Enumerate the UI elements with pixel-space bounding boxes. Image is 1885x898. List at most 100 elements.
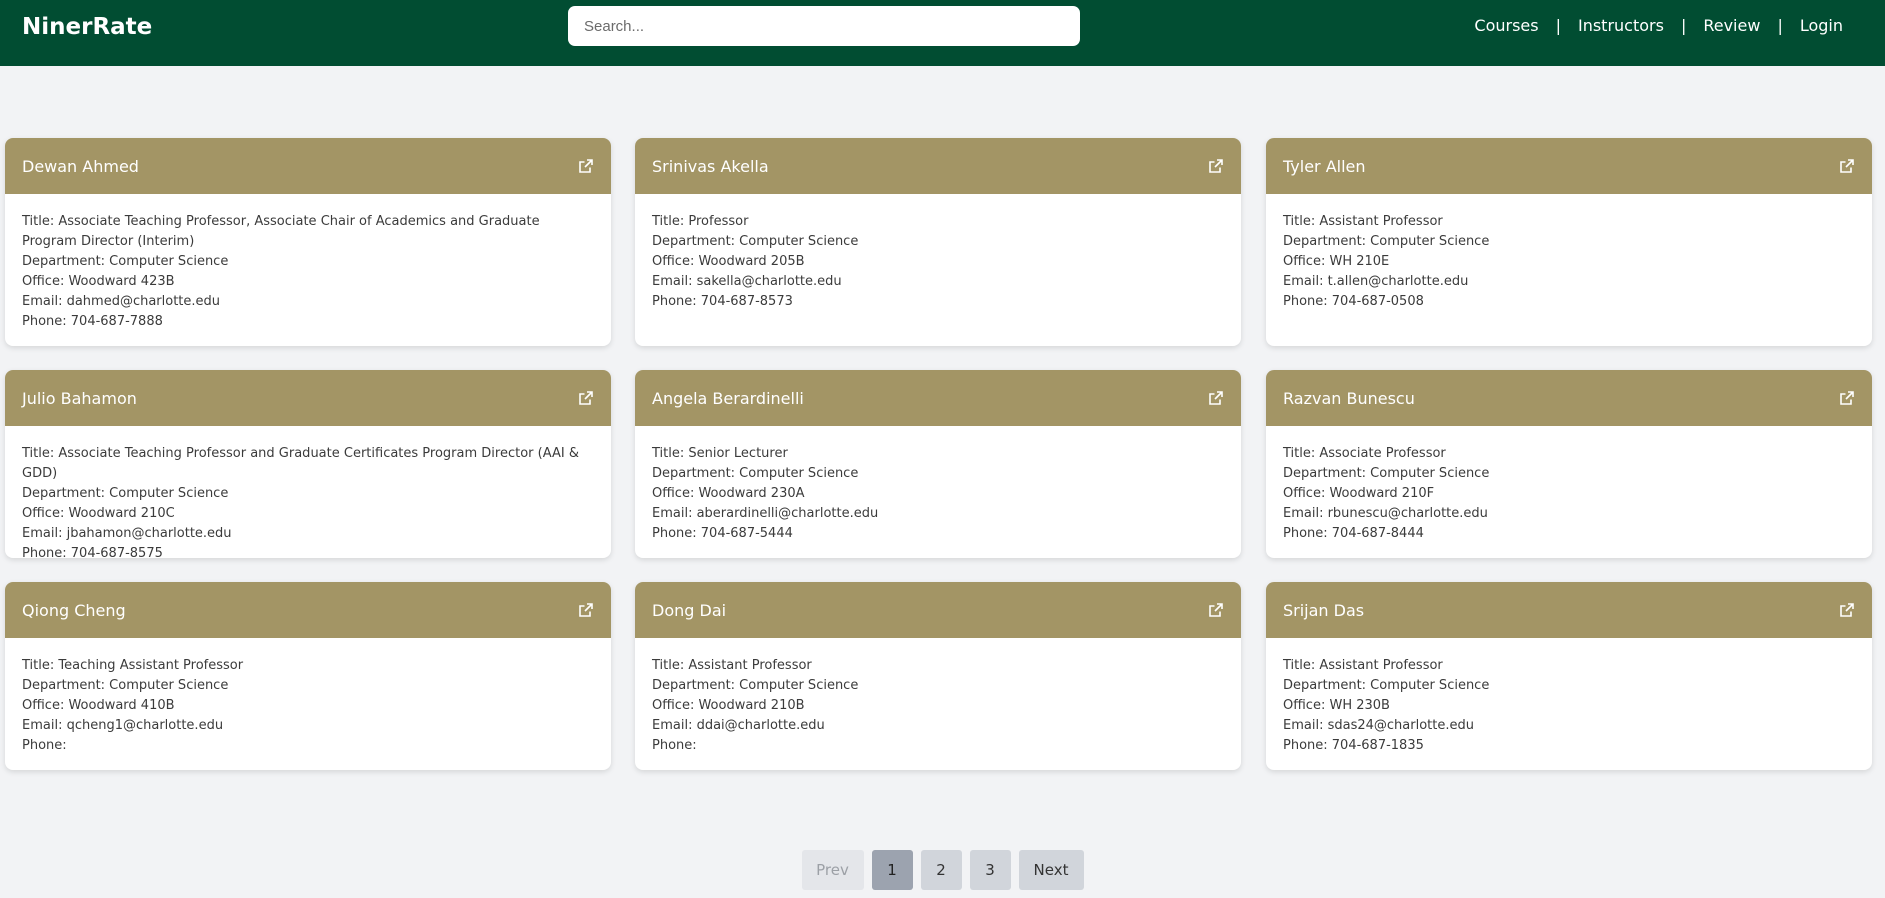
instructor-email: Email: t.allen@charlotte.edu [1283,274,1469,289]
instructor-phone: Phone: 704-687-0508 [1283,294,1424,309]
brand-logo[interactable]: NinerRate [22,14,152,40]
instructor-office: Office: Woodward 410B [22,698,175,713]
instructor-name[interactable]: Srinivas Akella [652,157,769,176]
instructor-email: Email: jbahamon@charlotte.edu [22,526,232,541]
instructor-email: Email: rbunescu@charlotte.edu [1283,506,1488,521]
external-link-icon[interactable] [1208,602,1224,618]
instructor-phone: Phone: 704-687-8575 [22,546,163,558]
instructor-title: Title: Assistant Professor [652,658,812,673]
external-link-icon[interactable] [578,390,594,406]
top-navbar: NinerRate Courses | Instructors | Review… [0,0,1885,66]
instructor-email: Email: dahmed@charlotte.edu [22,294,221,309]
instructor-office: Office: Woodward 210B [652,698,805,713]
card-header: Dong Dai [635,582,1241,638]
external-link-icon[interactable] [578,602,594,618]
instructor-office: Office: Woodward 423B [22,274,175,289]
nav-separator: | [1777,16,1783,35]
instructor-email: Email: sakella@charlotte.edu [652,274,842,289]
instructor-phone: Phone: [22,738,67,753]
instructor-card: Dong Dai Title: Assistant Professor Depa… [635,582,1241,770]
instructor-title: Title: Associate Teaching Professor and … [22,446,579,481]
instructor-card: Julio Bahamon Title: Associate Teaching … [5,370,611,558]
instructor-card: Tyler Allen Title: Assistant Professor D… [1266,138,1872,346]
external-link-icon[interactable] [1208,158,1224,174]
card-header: Razvan Bunescu [1266,370,1872,426]
instructor-email: Email: ddai@charlotte.edu [652,718,825,733]
instructor-phone: Phone: 704-687-8444 [1283,526,1424,541]
external-link-icon[interactable] [578,158,594,174]
instructor-department: Department: Computer Science [22,678,229,693]
instructor-email: Email: sdas24@charlotte.edu [1283,718,1474,733]
card-body: Title: Assistant Professor Department: C… [1266,638,1872,770]
instructor-card: Razvan Bunescu Title: Associate Professo… [1266,370,1872,558]
instructor-department: Department: Computer Science [1283,234,1490,249]
instructor-name[interactable]: Tyler Allen [1283,157,1366,176]
card-body: Title: Senior Lecturer Department: Compu… [635,426,1241,558]
nav-separator: | [1680,16,1687,35]
instructor-card: Qiong Cheng Title: Teaching Assistant Pr… [5,582,611,770]
card-header: Julio Bahamon [5,370,611,426]
instructor-title: Title: Professor [652,214,749,229]
card-body: Title: Associate Professor Department: C… [1266,426,1872,558]
card-header: Srinivas Akella [635,138,1241,194]
instructor-title: Title: Senior Lecturer [652,446,788,461]
card-body: Title: Assistant Professor Department: C… [635,638,1241,770]
nav-separator: | [1555,16,1561,35]
card-header: Srijan Das [1266,582,1872,638]
instructor-office: Office: Woodward 210C [22,506,175,521]
nav-login-link[interactable]: Login [1800,16,1843,35]
external-link-icon[interactable] [1839,158,1855,174]
pagination: Prev 1 2 3 Next [0,850,1885,890]
instructor-name[interactable]: Srijan Das [1283,601,1364,620]
external-link-icon[interactable] [1208,390,1224,406]
instructor-name[interactable]: Dewan Ahmed [22,157,139,176]
instructor-name[interactable]: Julio Bahamon [22,389,137,408]
instructor-title: Title: Assistant Professor [1283,214,1443,229]
instructor-phone: Phone: [652,738,697,753]
instructor-card: Dewan Ahmed Title: Associate Teaching Pr… [5,138,611,346]
nav-links: Courses | Instructors | Review | Login [1474,16,1843,35]
instructor-email: Email: qcheng1@charlotte.edu [22,718,224,733]
instructor-office: Office: WH 230B [1283,698,1390,713]
instructor-card: Angela Berardinelli Title: Senior Lectur… [635,370,1241,558]
card-header: Qiong Cheng [5,582,611,638]
instructor-title: Title: Assistant Professor [1283,658,1443,673]
page-3-button[interactable]: 3 [969,850,1011,890]
instructor-name[interactable]: Dong Dai [652,601,726,620]
nav-review-link[interactable]: Review [1703,16,1760,35]
page-1-button[interactable]: 1 [871,850,913,890]
instructor-title: Title: Associate Teaching Professor, Ass… [22,214,540,249]
card-header: Dewan Ahmed [5,138,611,194]
card-body: Title: Associate Teaching Professor, Ass… [5,194,611,346]
instructor-name[interactable]: Angela Berardinelli [652,389,804,408]
card-body: Title: Professor Department: Computer Sc… [635,194,1241,326]
instructor-department: Department: Computer Science [652,234,859,249]
instructor-title: Title: Teaching Assistant Professor [22,658,244,673]
nav-instructors-link[interactable]: Instructors [1578,16,1664,35]
external-link-icon[interactable] [1839,602,1855,618]
prev-page-button[interactable]: Prev [801,850,864,890]
instructor-title: Title: Associate Professor [1283,446,1446,461]
instructor-name[interactable]: Qiong Cheng [22,601,126,620]
card-body: Title: Associate Teaching Professor and … [5,426,611,558]
instructor-department: Department: Computer Science [22,254,229,269]
nav-courses-link[interactable]: Courses [1474,16,1538,35]
card-header: Angela Berardinelli [635,370,1241,426]
instructor-card: Srijan Das Title: Assistant Professor De… [1266,582,1872,770]
instructor-department: Department: Computer Science [1283,678,1490,693]
instructor-office: Office: Woodward 210F [1283,486,1435,501]
instructor-department: Department: Computer Science [22,486,229,501]
search-input[interactable] [568,6,1080,46]
instructor-office: Office: WH 210E [1283,254,1390,269]
instructor-office: Office: Woodward 230A [652,486,805,501]
instructor-department: Department: Computer Science [652,466,859,481]
card-body: Title: Assistant Professor Department: C… [1266,194,1872,326]
instructor-name[interactable]: Razvan Bunescu [1283,389,1415,408]
next-page-button[interactable]: Next [1018,850,1084,890]
card-body: Title: Teaching Assistant Professor Depa… [5,638,611,770]
instructor-phone: Phone: 704-687-8573 [652,294,793,309]
page-2-button[interactable]: 2 [920,850,962,890]
external-link-icon[interactable] [1839,390,1855,406]
instructor-card: Srinivas Akella Title: Professor Departm… [635,138,1241,346]
instructor-phone: Phone: 704-687-1835 [1283,738,1424,753]
